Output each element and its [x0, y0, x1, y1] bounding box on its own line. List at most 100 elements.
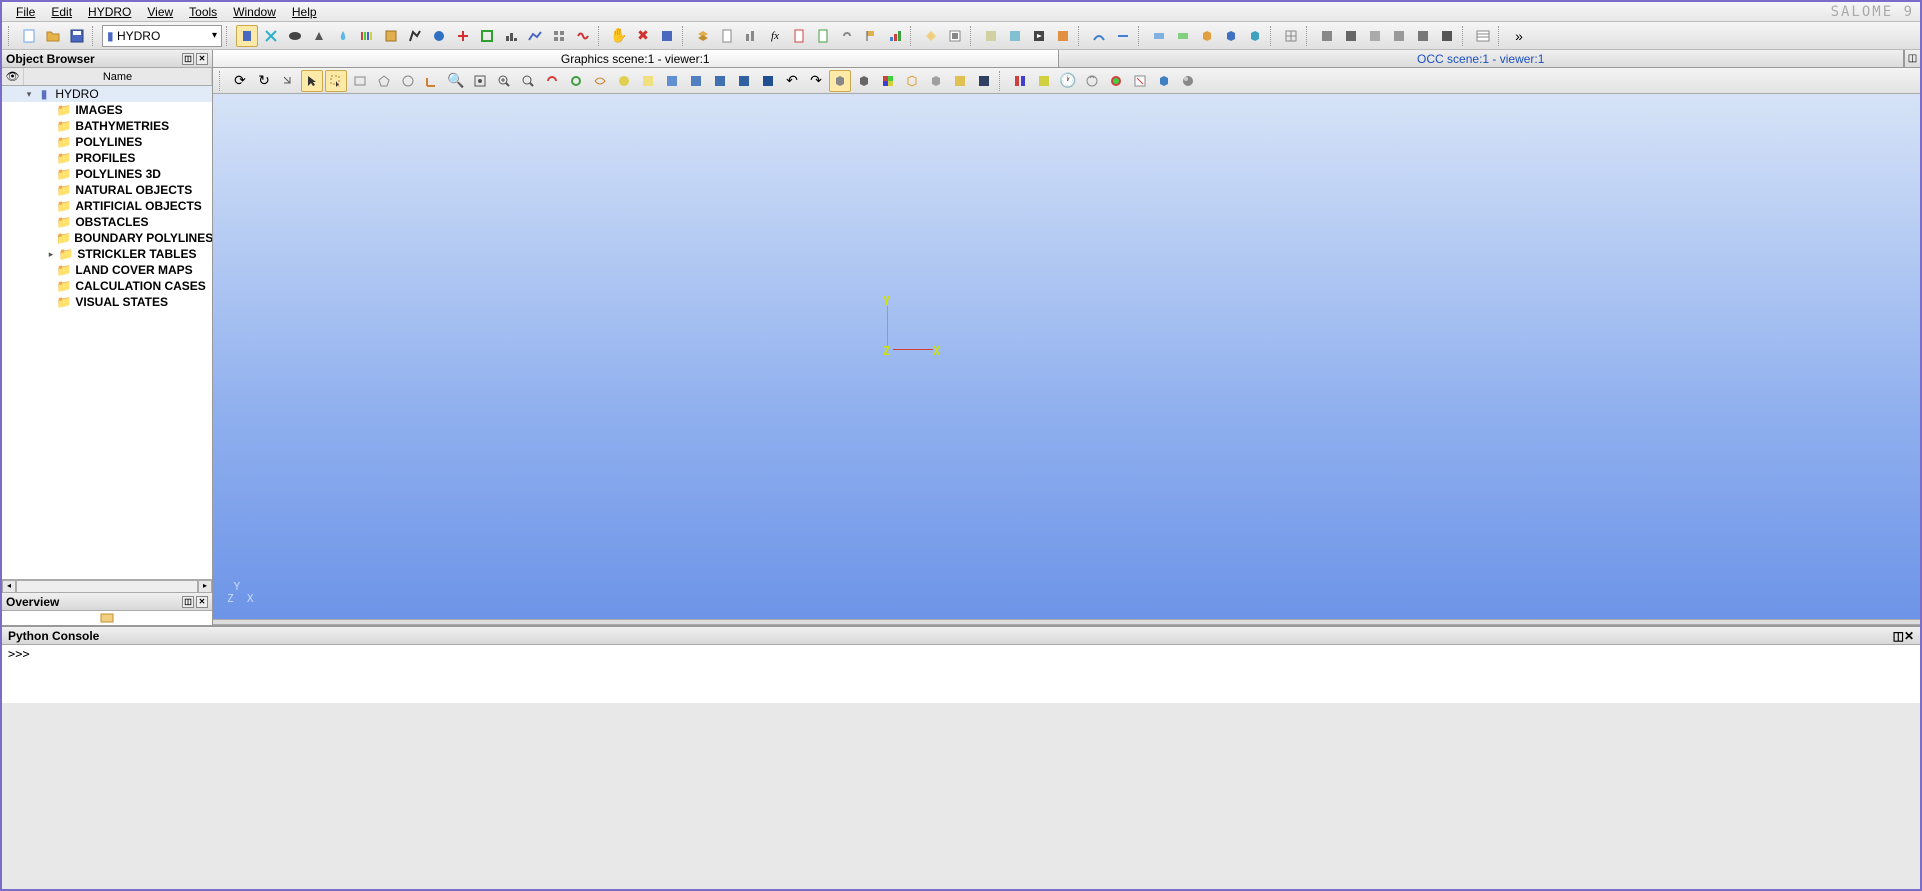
vt-rotate2-icon[interactable]	[565, 70, 587, 92]
vt-zoom-in-icon[interactable]	[493, 70, 515, 92]
ob-detach-button[interactable]: ◫	[182, 53, 194, 65]
tb-cube-s4-icon[interactable]	[1388, 25, 1410, 47]
overview-close-button[interactable]: ✕	[196, 596, 208, 608]
tb-box-green-icon[interactable]	[476, 25, 498, 47]
tb-chart-small-icon[interactable]	[884, 25, 906, 47]
vt-cube-gray-icon[interactable]	[853, 70, 875, 92]
vt-page-dark-icon[interactable]	[949, 70, 971, 92]
tab-maximize-button[interactable]: ◫	[1904, 50, 1920, 67]
vt-special-icon[interactable]	[613, 70, 635, 92]
vt-page-blue1-icon[interactable]	[661, 70, 683, 92]
tb-red-x-icon[interactable]: ✖	[632, 25, 654, 47]
tb-hydro-cyan-icon[interactable]	[260, 25, 282, 47]
tb-fx-icon[interactable]: fx	[764, 25, 786, 47]
vt-redo-icon[interactable]: ↷	[805, 70, 827, 92]
tree-item[interactable]: 📁 LAND COVER MAPS	[2, 262, 212, 278]
vt-circle-icon[interactable]	[397, 70, 419, 92]
tb-page-box-icon[interactable]	[944, 25, 966, 47]
vt-zoom-icon[interactable]: 🔍	[445, 70, 467, 92]
vt-page-blue2-icon[interactable]	[685, 70, 707, 92]
tree-item[interactable]: 📁 IMAGES	[2, 102, 212, 118]
menu-window[interactable]: Window	[225, 3, 284, 21]
tb-flag-icon[interactable]	[860, 25, 882, 47]
vt-cube-final-icon[interactable]	[1153, 70, 1175, 92]
menu-edit[interactable]: Edit	[43, 3, 80, 21]
tree-item[interactable]: 📁 ARTIFICIAL OBJECTS	[2, 198, 212, 214]
tb-layers-icon[interactable]	[692, 25, 714, 47]
vt-page-flag-icon[interactable]	[1129, 70, 1151, 92]
menu-view[interactable]: View	[139, 3, 181, 21]
tb-cube-orange-icon[interactable]	[1196, 25, 1218, 47]
new-doc-button[interactable]	[18, 25, 40, 47]
tb-globe-icon[interactable]	[428, 25, 450, 47]
tb-page-cyan-icon[interactable]	[1004, 25, 1026, 47]
tree-item[interactable]: 📁 POLYLINES	[2, 134, 212, 150]
tb-more-icon[interactable]: »	[1508, 25, 1530, 47]
vt-undo-icon[interactable]: ↶	[781, 70, 803, 92]
viewport-resize-handle[interactable]	[213, 619, 1920, 625]
tb-page-icon[interactable]	[716, 25, 738, 47]
vt-axis-arrow-icon[interactable]	[421, 70, 443, 92]
tb-drop-icon[interactable]	[332, 25, 354, 47]
tb-blue-line-icon[interactable]	[1088, 25, 1110, 47]
tb-chart-bar-icon[interactable]	[500, 25, 522, 47]
tree-item[interactable]: 📁 NATURAL OBJECTS	[2, 182, 212, 198]
overview-detach-button[interactable]: ◫	[182, 596, 194, 608]
vt-pentagon-icon[interactable]	[373, 70, 395, 92]
tb-grid-small-icon[interactable]	[548, 25, 570, 47]
tree-item[interactable]: 📁 BATHYMETRIES	[2, 118, 212, 134]
ob-hscrollbar[interactable]: ◂▸	[2, 579, 212, 593]
tb-cube-s3-icon[interactable]	[1364, 25, 1386, 47]
python-console-input[interactable]: >>>	[2, 645, 1920, 703]
vt-page-blue5-icon[interactable]	[757, 70, 779, 92]
tb-link-icon[interactable]	[836, 25, 858, 47]
tb-table-icon[interactable]	[1472, 25, 1494, 47]
menu-tools[interactable]: Tools	[181, 3, 225, 21]
tb-book-icon[interactable]	[380, 25, 402, 47]
tb-cube-s1-icon[interactable]	[1316, 25, 1338, 47]
tb-red-scribble-icon[interactable]	[572, 25, 594, 47]
vt-rotate3-icon[interactable]	[589, 70, 611, 92]
vt-refresh-icon[interactable]: ⟳	[229, 70, 251, 92]
ob-close-button[interactable]: ✕	[196, 53, 208, 65]
tb-red-arrows-icon[interactable]	[452, 25, 474, 47]
tree-root-hydro[interactable]: ▾▮ HYDRO	[2, 86, 212, 102]
module-selector[interactable]: ▮ HYDRO▾	[102, 25, 222, 47]
tb-cube-s6-icon[interactable]	[1436, 25, 1458, 47]
vt-cursor-rect-icon[interactable]	[325, 70, 347, 92]
tree-item[interactable]: 📁 VISUAL STATES	[2, 294, 212, 310]
open-doc-button[interactable]	[42, 25, 64, 47]
menu-file[interactable]: File	[8, 3, 43, 21]
tb-page-red-icon[interactable]	[788, 25, 810, 47]
object-tree[interactable]: ▾▮ HYDRO 📁 IMAGES 📁 BATHYMETRIES 📁 POLYL…	[2, 86, 212, 579]
vt-circle-arrow-icon[interactable]: ↻	[253, 70, 275, 92]
tab-graphics-scene[interactable]: Graphics scene:1 - viewer:1	[213, 50, 1059, 67]
tree-item[interactable]: 📁 CALCULATION CASES	[2, 278, 212, 294]
vt-cursor-rotate-icon[interactable]	[277, 70, 299, 92]
vt-cube-special-icon[interactable]	[925, 70, 947, 92]
tree-item[interactable]: 📁 OBSTACLES	[2, 214, 212, 230]
tree-item[interactable]: ▸📁 STRICKLER TABLES	[2, 246, 212, 262]
vt-page-yellow-icon[interactable]	[637, 70, 659, 92]
save-doc-button[interactable]	[66, 25, 88, 47]
tb-page-play-icon[interactable]	[1028, 25, 1050, 47]
menu-hydro[interactable]: HYDRO	[80, 3, 139, 21]
vt-cube-view-icon[interactable]	[829, 70, 851, 92]
tb-chart-bars2-icon[interactable]	[740, 25, 762, 47]
tree-item[interactable]: 📁 PROFILES	[2, 150, 212, 166]
vt-zoom-fit-icon[interactable]	[469, 70, 491, 92]
vt-split-v-icon[interactable]	[1009, 70, 1031, 92]
tb-cube-s2-icon[interactable]	[1340, 25, 1362, 47]
tb-rect-blue-icon[interactable]	[1148, 25, 1170, 47]
tb-page-img-icon[interactable]	[980, 25, 1002, 47]
tb-hydro-blue-icon[interactable]	[236, 25, 258, 47]
vt-page-blue4-icon[interactable]	[733, 70, 755, 92]
tb-diamond-icon[interactable]	[920, 25, 942, 47]
tb-chart-line-icon[interactable]	[524, 25, 546, 47]
vt-page-blue3-icon[interactable]	[709, 70, 731, 92]
vt-time-icon[interactable]: 🕐	[1057, 70, 1079, 92]
tb-bars-icon[interactable]	[356, 25, 378, 47]
tb-cube-cyan-icon[interactable]	[1244, 25, 1266, 47]
vt-chart-color-icon[interactable]	[1033, 70, 1055, 92]
tree-item[interactable]: 📁 POLYLINES 3D	[2, 166, 212, 182]
